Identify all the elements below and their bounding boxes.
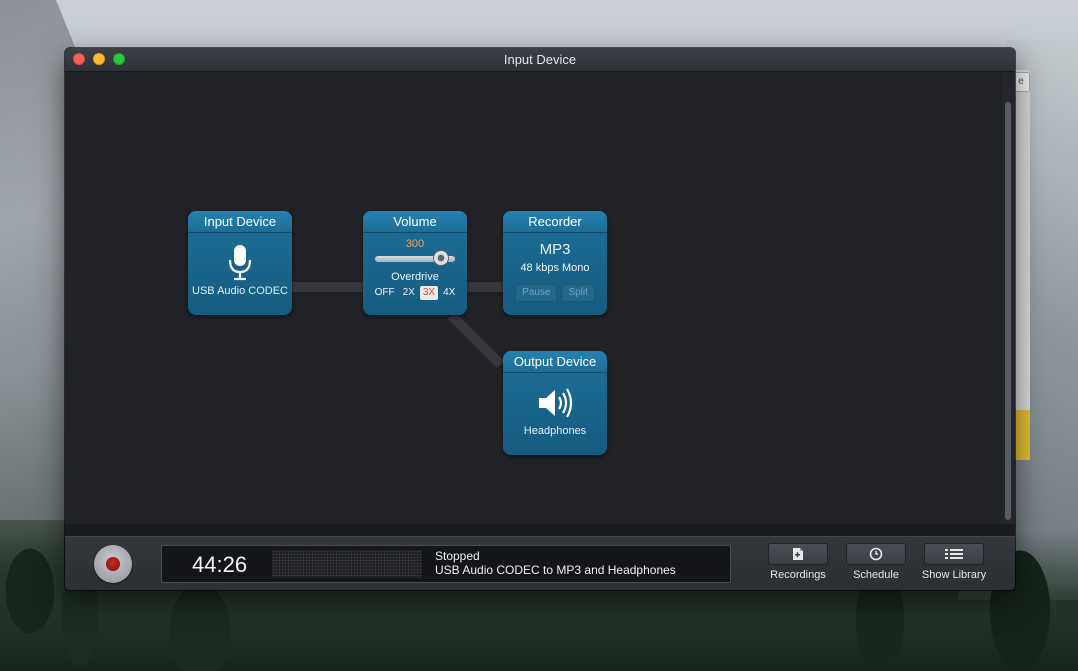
overdrive-3x-button[interactable]: 3X: [419, 286, 439, 300]
status-route: USB Audio CODEC to MP3 and Headphones: [435, 563, 676, 577]
split-button[interactable]: Split: [561, 284, 595, 302]
title-bar[interactable]: Input Device: [65, 48, 1015, 72]
recordings-label: Recordings: [770, 569, 826, 581]
status-display: 44:26 Stopped USB Audio CODEC to MP3 and…: [161, 545, 731, 583]
overdrive-4x-button[interactable]: 4X: [440, 286, 459, 300]
library-tool[interactable]: Show Library: [914, 543, 994, 581]
schedule-tool[interactable]: Schedule: [836, 543, 916, 581]
input-device-module[interactable]: Input Device USB Audio CODEC: [188, 211, 292, 315]
overdrive-2x-button[interactable]: 2X: [399, 286, 418, 300]
microphone-icon: [228, 245, 252, 281]
transport-bar: 44:26 Stopped USB Audio CODEC to MP3 and…: [65, 536, 1015, 590]
recorder-format: MP3: [539, 241, 571, 258]
list-icon: [945, 549, 963, 559]
status-text: Stopped USB Audio CODEC to MP3 and Headp…: [435, 549, 676, 577]
canvas-divider: [65, 524, 1015, 536]
volume-slider-knob[interactable]: [432, 250, 449, 266]
output-device-header: Output Device: [503, 351, 607, 373]
record-button[interactable]: [94, 545, 132, 583]
volume-module[interactable]: Volume 300 Overdrive OFF 2X 3X 4X: [363, 211, 467, 315]
show-library-button[interactable]: [924, 543, 984, 565]
level-meter: [272, 550, 422, 578]
volume-slider[interactable]: [375, 250, 455, 266]
pause-button[interactable]: Pause: [515, 284, 558, 302]
overdrive-label: Overdrive: [391, 271, 439, 283]
input-device-header: Input Device: [188, 211, 292, 233]
wire-input-volume: [291, 282, 363, 292]
routing-canvas: Input Device USB Audio CODEC Volume 300 …: [65, 72, 1002, 524]
clock-icon: [869, 547, 883, 561]
recordings-icon: [793, 548, 803, 560]
recorder-header: Recorder: [503, 211, 607, 233]
recorder-module[interactable]: Recorder MP3 48 kbps Mono Pause Split: [503, 211, 607, 315]
schedule-label: Schedule: [853, 569, 899, 581]
overdrive-off-button[interactable]: OFF: [371, 286, 398, 300]
volume-header: Volume: [363, 211, 467, 233]
scrollbar-thumb[interactable]: [1005, 102, 1011, 520]
status-state: Stopped: [435, 549, 480, 563]
record-icon: [106, 557, 120, 571]
show-library-label: Show Library: [921, 569, 987, 581]
elapsed-time: 44:26: [192, 552, 248, 577]
wire-volume-output: [447, 311, 505, 369]
recordings-button[interactable]: [768, 543, 828, 565]
output-device-name: Headphones: [523, 425, 587, 437]
app-window: Input Device Input Device USB Audio CODE…: [65, 48, 1015, 590]
wire-volume-recorder: [466, 282, 503, 292]
volume-value: 300: [405, 238, 425, 250]
vertical-scrollbar[interactable]: [1002, 72, 1015, 524]
overdrive-selector: OFF 2X 3X 4X: [363, 286, 467, 300]
window-title: Input Device: [503, 52, 577, 67]
speaker-icon: [539, 388, 573, 418]
recorder-bitrate: 48 kbps Mono: [520, 262, 590, 274]
input-device-name: USB Audio CODEC: [192, 285, 288, 297]
recordings-tool[interactable]: Recordings: [758, 543, 838, 581]
output-device-module[interactable]: Output Device Headphones: [503, 351, 607, 455]
schedule-button[interactable]: [846, 543, 906, 565]
